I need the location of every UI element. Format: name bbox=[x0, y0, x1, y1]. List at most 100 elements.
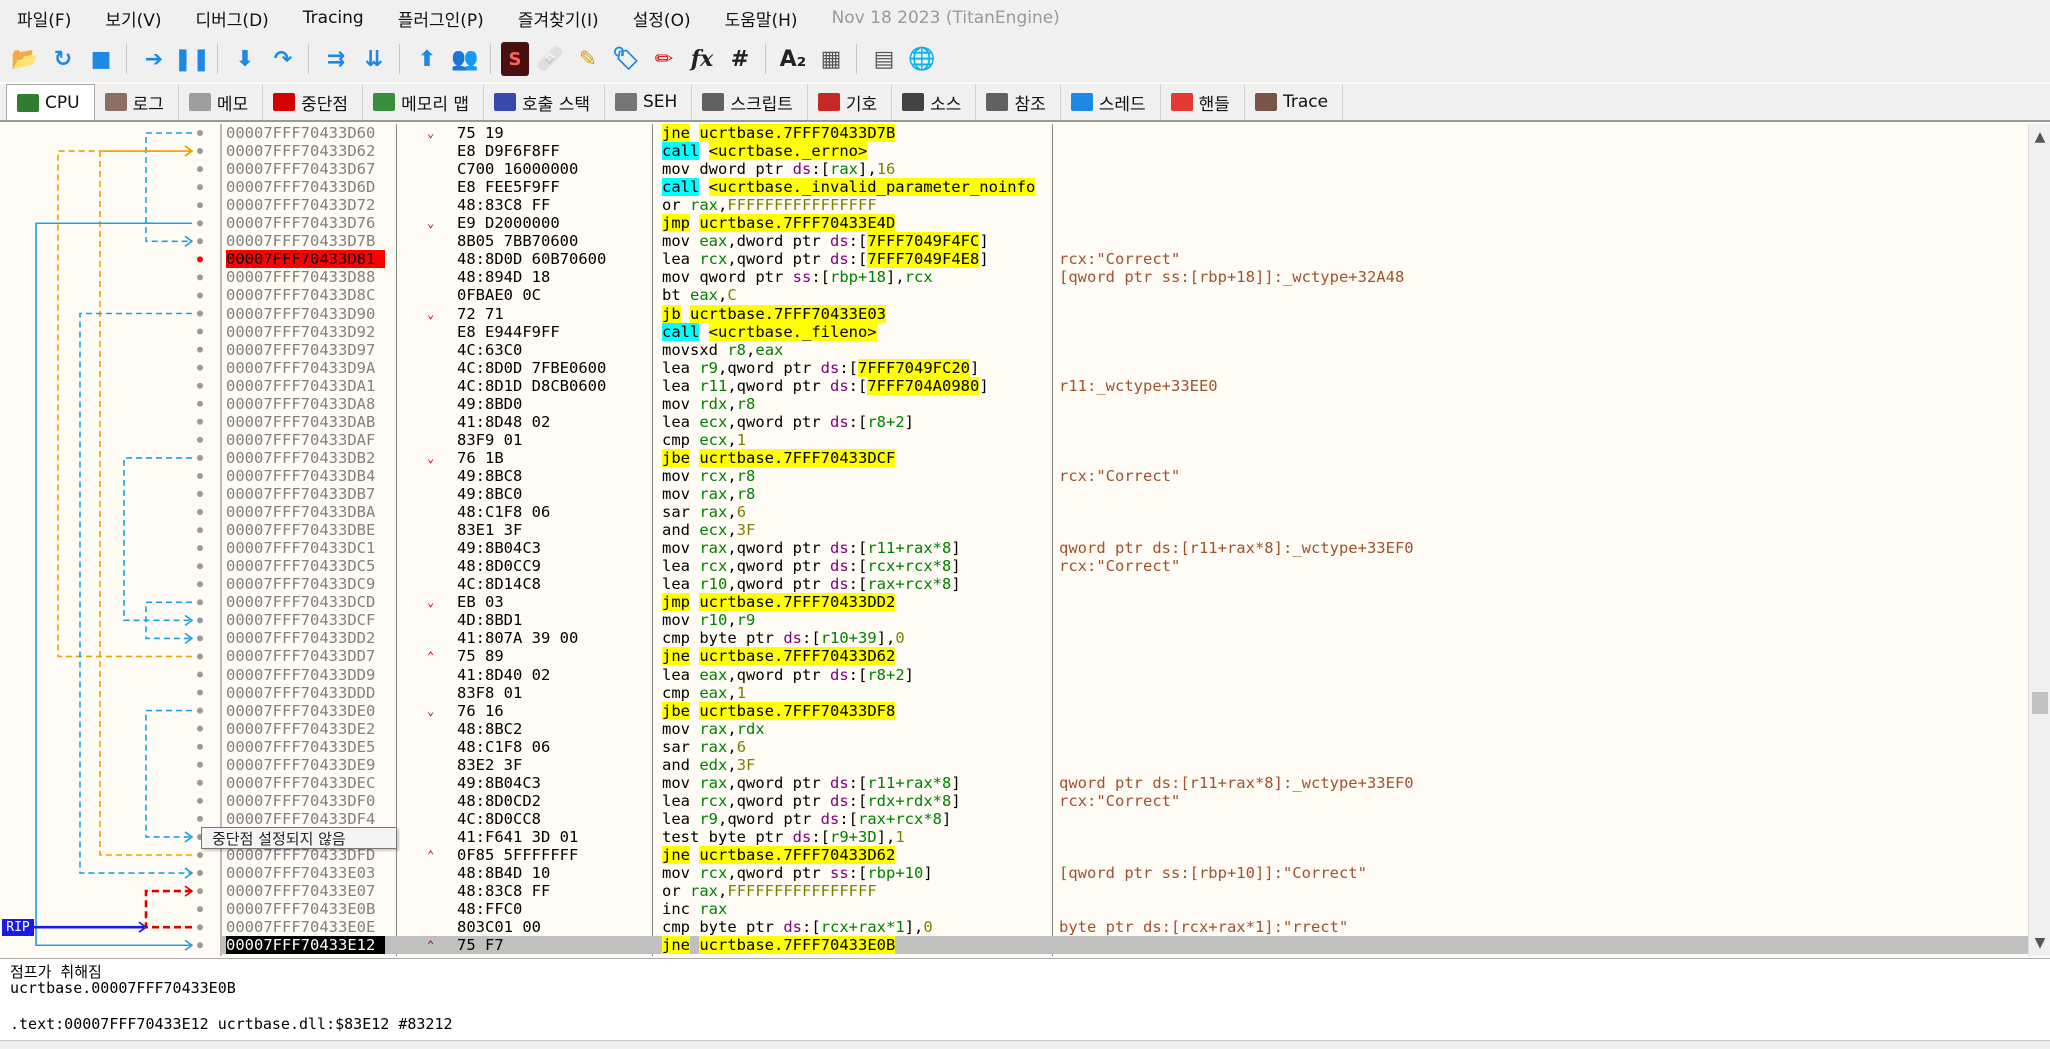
breakpoint-slot-icon[interactable] bbox=[197, 472, 203, 479]
instruction-row[interactable]: 00007FFF70433DEC 49:8B04C3 mov rax,qword p… bbox=[222, 774, 2028, 792]
instruction-row[interactable]: 00007FFF70433DC9 4C:8D14C8 lea r10,qword p… bbox=[222, 575, 2028, 593]
breakpoint-slot-icon[interactable] bbox=[197, 815, 203, 822]
tab-item[interactable]: 호출 스택 bbox=[484, 84, 605, 120]
tab-item[interactable]: Trace bbox=[1245, 84, 1344, 120]
run-to-user-code-icon[interactable]: 👥 bbox=[448, 42, 482, 76]
hash-icon[interactable]: # bbox=[723, 42, 757, 76]
instruction-row[interactable]: 00007FFF70433E12 ⌃ 75 F7 jne ucrtbase.7FFF7… bbox=[222, 936, 2028, 955]
instruction-row[interactable]: 00007FFF70433D92 E8 E944F9FF call <ucrtbas… bbox=[222, 322, 2028, 341]
open-icon[interactable]: 📂 bbox=[8, 42, 42, 76]
instruction-row[interactable]: 00007FFF70433DD7 ⌃ 75 89 jne ucrtbase.7FFF7… bbox=[222, 647, 2028, 666]
instruction-row[interactable]: 00007FFF70433D81 48:8D0D 60B70600 lea rcx,… bbox=[222, 250, 2028, 269]
breakpoint-slot-icon[interactable] bbox=[197, 743, 203, 750]
comment-icon[interactable]: ✎ bbox=[571, 42, 605, 76]
function-icon[interactable]: fx bbox=[685, 42, 719, 76]
breakpoint-slot-icon[interactable] bbox=[197, 130, 203, 136]
breakpoint-slot-icon[interactable] bbox=[197, 400, 203, 407]
instruction-row[interactable]: 00007FFF70433E0E 803C01 00 cmp byte ptr ds… bbox=[222, 918, 2028, 936]
menu-item[interactable]: 보기(V) bbox=[88, 6, 178, 31]
tab-item[interactable]: 참조 bbox=[976, 84, 1061, 120]
tab-item[interactable]: 중단점 bbox=[263, 84, 364, 120]
instruction-row[interactable]: 00007FFF70433DD9 41:8D40 02 lea eax,qword … bbox=[222, 666, 2028, 684]
breakpoint-slot-icon[interactable] bbox=[197, 563, 203, 570]
tab-item[interactable]: 핸들 bbox=[1161, 84, 1245, 120]
menu-item[interactable]: 플러그인(P) bbox=[381, 6, 501, 31]
breakpoint-slot-icon[interactable] bbox=[197, 689, 203, 696]
instruction-row[interactable]: 00007FFF70433E03 48:8B4D 10 mov rcx,qword … bbox=[222, 864, 2028, 882]
instruction-row[interactable]: 00007FFF70433D97 4C:63C0 movsxd r8,eax bbox=[222, 341, 2028, 359]
tab-item[interactable]: 소스 bbox=[892, 84, 977, 120]
instruction-row[interactable]: 00007FFF70433D90 ⌄ 72 71 jb ucrtbase.7FFF70… bbox=[222, 304, 2028, 323]
vertical-scrollbar[interactable]: ▲ ▼ bbox=[2028, 124, 2050, 956]
breakpoint-slot-icon[interactable] bbox=[197, 852, 203, 858]
stop-icon[interactable]: ■ bbox=[84, 42, 118, 76]
bookmark-icon[interactable]: ✏ bbox=[647, 42, 681, 76]
breakpoint-slot-icon[interactable] bbox=[197, 274, 203, 281]
tab-item[interactable]: 기호 bbox=[808, 84, 893, 120]
breakpoint-slot-icon[interactable] bbox=[197, 545, 203, 552]
tab-cpu[interactable]: CPU bbox=[6, 84, 95, 120]
instruction-row[interactable]: 00007FFF70433DF841:F641 3D 01test byte p… bbox=[222, 828, 2028, 846]
instruction-row[interactable]: 00007FFF70433DDD 83F8 01 cmp eax,1 bbox=[222, 684, 2028, 702]
instruction-row[interactable]: 00007FFF70433DB2 ⌄ 76 1B jbe ucrtbase.7FFF7… bbox=[222, 448, 2028, 467]
instruction-row[interactable]: 00007FFF70433DBE 83E1 3F and ecx,3F bbox=[222, 521, 2028, 539]
instruction-row[interactable]: 00007FFF70433D6D E8 FEE5F9FF call <ucrtbas… bbox=[222, 178, 2028, 197]
breakpoint-slot-icon[interactable] bbox=[197, 418, 203, 425]
breakpoint-slot-icon[interactable] bbox=[197, 184, 203, 191]
instruction-row[interactable]: 00007FFF70433DAB 41:8D48 02 lea ecx,qword … bbox=[222, 413, 2028, 431]
menu-item[interactable]: 즐겨찾기(I) bbox=[501, 6, 616, 31]
breakpoint-slot-icon[interactable] bbox=[197, 509, 203, 516]
breakpoint-slot-icon[interactable] bbox=[197, 725, 203, 732]
tab-item[interactable]: 메모 bbox=[179, 84, 264, 120]
breakpoint-slot-icon[interactable] bbox=[197, 436, 203, 443]
instruction-row[interactable]: 00007FFF70433DE0 ⌄ 76 16 jbe ucrtbase.7FFF7… bbox=[222, 701, 2028, 720]
breakpoint-slot-icon[interactable] bbox=[197, 653, 203, 660]
menu-item[interactable]: 도움말(H) bbox=[708, 6, 815, 31]
breakpoint-slot-icon[interactable] bbox=[197, 779, 203, 786]
instruction-row[interactable]: 00007FFF70433D8C 0FBAE0 0C bt eax,C bbox=[222, 286, 2028, 304]
scroll-thumb[interactable] bbox=[2032, 692, 2048, 714]
breakpoint-slot-icon[interactable] bbox=[197, 906, 203, 913]
pause-icon[interactable]: ❚❚ bbox=[174, 42, 211, 76]
scylla-icon[interactable]: S bbox=[501, 42, 529, 76]
tab-item[interactable]: SEH bbox=[605, 84, 693, 120]
breakpoint-slot-icon[interactable] bbox=[197, 888, 203, 895]
menu-item[interactable]: 설정(O) bbox=[616, 6, 708, 31]
instruction-row[interactable]: 00007FFF70433DCD ⌄ EB 03 jmp ucrtbase.7FFF7… bbox=[222, 593, 2028, 612]
menu-item[interactable]: Tracing bbox=[286, 8, 381, 28]
globe-icon[interactable]: 🌐 bbox=[905, 42, 939, 76]
instruction-row[interactable]: 00007FFF70433D7B 8B05 7BB70600 mov eax,dwo… bbox=[222, 232, 2028, 251]
run-icon[interactable]: ➔ bbox=[137, 42, 171, 76]
instruction-row[interactable]: 00007FFF70433D88 48:894D 18 mov qword ptr … bbox=[222, 268, 2028, 286]
step-into-icon[interactable]: ⬇ bbox=[228, 42, 262, 76]
instruction-row[interactable]: 00007FFF70433DAF 83F9 01 cmp ecx,1 bbox=[222, 431, 2028, 449]
restart-icon[interactable]: ↻ bbox=[46, 42, 80, 76]
breakpoint-slot-icon[interactable] bbox=[197, 328, 203, 335]
breakpoint-slot-icon[interactable] bbox=[197, 364, 203, 371]
instruction-row[interactable]: 00007FFF70433DBA 48:C1F8 06 sar rax,6 bbox=[222, 503, 2028, 521]
instruction-row[interactable]: 00007FFF70433DB7 49:8BC0 mov rax,r8 bbox=[222, 485, 2028, 503]
breakpoint-slot-icon[interactable] bbox=[197, 292, 203, 299]
instruction-row[interactable]: 00007FFF70433D62 E8 D9F6F8FF call <ucrtbas… bbox=[222, 142, 2028, 161]
breakpoint-slot-icon[interactable] bbox=[197, 761, 203, 768]
breakpoint-slot-icon[interactable] bbox=[197, 310, 203, 317]
breakpoint-slot-icon[interactable] bbox=[197, 491, 203, 497]
breakpoint-slot-icon[interactable] bbox=[197, 527, 203, 534]
instruction-row[interactable]: 00007FFF70433DE2 48:8BC2 mov rax,rdx bbox=[222, 720, 2028, 738]
breakpoint-slot-icon[interactable] bbox=[197, 382, 203, 389]
instruction-row[interactable]: 00007FFF70433DB4 49:8BC8 mov rcx,r8 rcx:"Co… bbox=[222, 467, 2028, 485]
breakpoint-slot-icon[interactable] bbox=[197, 635, 203, 642]
breakpoint-slot-icon[interactable] bbox=[197, 581, 203, 588]
instruction-row[interactable]: 00007FFF70433D60 ⌄ 75 19 jne ucrtbase.7FFF7… bbox=[222, 124, 2028, 142]
disassembly-view[interactable]: 00007FFF70433D60 ⌄ 75 19 jne ucrtbase.7FFF7… bbox=[0, 124, 2028, 956]
instruction-row[interactable]: 00007FFF70433DD2 41:807A 39 00 cmp byte pt… bbox=[222, 629, 2028, 647]
breakpoint-slot-icon[interactable] bbox=[197, 220, 203, 227]
breakpoint-slot-icon[interactable] bbox=[197, 870, 203, 877]
instruction-row[interactable]: 00007FFF70433DFD ⌃ 0F85 5FFFFFFF jne ucrtba… bbox=[222, 846, 2028, 864]
font-icon[interactable]: A₂ bbox=[776, 42, 810, 76]
breakpoint-slot-icon[interactable] bbox=[197, 617, 203, 624]
memory-icon[interactable]: ▦ bbox=[814, 42, 848, 76]
tab-item[interactable]: 메모리 맵 bbox=[363, 84, 485, 120]
breakpoint-slot-icon[interactable] bbox=[197, 924, 203, 931]
instruction-row[interactable]: 00007FFF70433E07 48:83C8 FF or rax,FFFFFFF… bbox=[222, 882, 2028, 900]
